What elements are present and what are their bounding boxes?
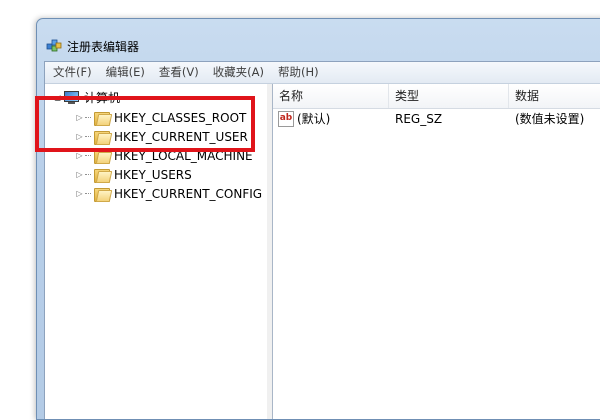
annotation-highlight-box (35, 96, 255, 152)
folder-icon (94, 168, 113, 183)
expand-arrow-icon[interactable]: ▷ (75, 170, 84, 179)
tree-item-label: HKEY_USERS (114, 167, 192, 182)
value-type: REG_SZ (395, 112, 443, 126)
list-item[interactable]: ab (默认) REG_SZ (数值未设置) (273, 109, 600, 129)
menu-help[interactable]: 帮助(H) (271, 62, 326, 83)
column-header-name[interactable]: 名称 (273, 84, 389, 108)
menu-view[interactable]: 查看(V) (152, 62, 206, 83)
tree-item-hkey-users[interactable]: ▷ HKEY_USERS (75, 165, 192, 184)
desktop: 注册表编辑器 文件(F) 编辑(E) 查看(V) 收藏夹(A) 帮助(H) ◢ … (0, 0, 600, 420)
expand-arrow-icon[interactable]: ▷ (75, 151, 84, 160)
registry-editor-app-icon (46, 37, 62, 53)
registry-editor-window: 注册表编辑器 文件(F) 编辑(E) 查看(V) 收藏夹(A) 帮助(H) ◢ … (36, 18, 600, 420)
folder-icon (94, 187, 113, 202)
list-header: 名称 类型 数据 (273, 84, 600, 109)
window-title: 注册表编辑器 (67, 40, 140, 54)
tree-item-hkey-current-config[interactable]: ▷ HKEY_CURRENT_CONFIG (75, 184, 262, 203)
values-list-pane[interactable]: 名称 类型 数据 ab (默认) REG_SZ (数值未设置) (273, 84, 600, 419)
value-data: (数值未设置) (515, 112, 585, 126)
column-header-type[interactable]: 类型 (389, 84, 509, 108)
menu-favorites[interactable]: 收藏夹(A) (206, 62, 271, 83)
menu-bar: 文件(F) 编辑(E) 查看(V) 收藏夹(A) 帮助(H) (45, 62, 600, 84)
tree-item-label: HKEY_CURRENT_CONFIG (114, 186, 263, 201)
column-header-data[interactable]: 数据 (509, 84, 600, 108)
value-name: (默认) (297, 112, 331, 126)
string-value-icon: ab (278, 111, 294, 127)
menu-edit[interactable]: 编辑(E) (99, 62, 152, 83)
title-bar[interactable]: 注册表编辑器 (37, 19, 600, 61)
menu-file[interactable]: 文件(F) (45, 62, 99, 83)
expand-arrow-icon[interactable]: ▷ (75, 189, 84, 198)
